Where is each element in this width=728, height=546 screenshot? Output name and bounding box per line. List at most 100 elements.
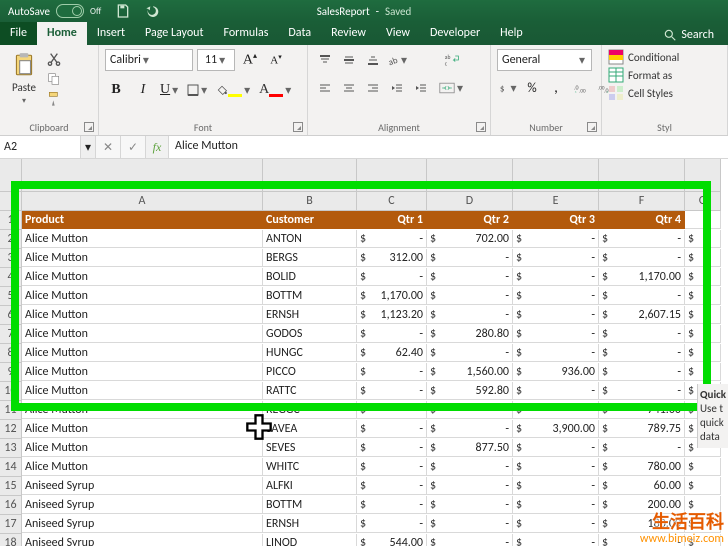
- cell-q3[interactable]: $-: [513, 325, 599, 343]
- cell-q2[interactable]: $-: [427, 306, 513, 324]
- merge-center-button[interactable]: ▾: [438, 77, 466, 99]
- cell-q1[interactable]: $62.40: [357, 344, 427, 362]
- format-painter-icon[interactable]: [46, 91, 62, 107]
- cell-product[interactable]: Alice Mutton: [22, 344, 263, 362]
- align-top-button[interactable]: [314, 49, 336, 71]
- table-header[interactable]: Customer: [263, 211, 357, 229]
- cell-product[interactable]: Alice Mutton: [22, 268, 263, 286]
- cell-q2[interactable]: $592.80: [427, 382, 513, 400]
- cell-customer[interactable]: HUNGC: [263, 344, 357, 362]
- increase-indent-button[interactable]: [410, 77, 432, 99]
- save-icon[interactable]: [115, 3, 131, 19]
- cell-customer[interactable]: BERGS: [263, 249, 357, 267]
- font-color-button[interactable]: A ▾: [258, 79, 294, 101]
- italic-button[interactable]: I: [132, 79, 154, 101]
- column-header[interactable]: A: [22, 192, 263, 211]
- row-header[interactable]: 11: [0, 401, 22, 420]
- tab-developer[interactable]: Developer: [420, 22, 490, 45]
- cell-q4[interactable]: $-: [599, 344, 685, 362]
- row-header[interactable]: 7: [0, 325, 22, 344]
- cell-q4[interactable]: $-: [599, 230, 685, 248]
- cell-q3[interactable]: $-: [513, 515, 599, 533]
- cell-q1[interactable]: $-: [357, 401, 427, 419]
- table-header[interactable]: Qtr 4: [599, 211, 685, 229]
- font-size-combo[interactable]: 11 ▾: [197, 49, 235, 71]
- tab-insert[interactable]: Insert: [87, 22, 135, 45]
- align-right-button[interactable]: [362, 77, 384, 99]
- cell-customer[interactable]: SAVEA: [263, 420, 357, 438]
- row-header[interactable]: 9: [0, 363, 22, 382]
- cell-q1[interactable]: $1,170.00: [357, 287, 427, 305]
- cell-q3[interactable]: $-: [513, 287, 599, 305]
- row-header[interactable]: 4: [0, 268, 22, 287]
- cell-q2[interactable]: $-: [427, 401, 513, 419]
- cell-q1[interactable]: $-: [357, 325, 427, 343]
- cut-icon[interactable]: [46, 51, 62, 67]
- cell-product[interactable]: Alice Mutton: [22, 401, 263, 419]
- tab-review[interactable]: Review: [321, 22, 376, 45]
- cell-q2[interactable]: $-: [427, 534, 513, 546]
- cell-q2[interactable]: $-: [427, 287, 513, 305]
- cell[interactable]: $: [685, 363, 721, 381]
- cell-customer[interactable]: ERNSH: [263, 306, 357, 324]
- cell-q3[interactable]: $-: [513, 249, 599, 267]
- cell-customer[interactable]: GODOS: [263, 325, 357, 343]
- corner[interactable]: [0, 192, 22, 211]
- cell-q4[interactable]: $789.75: [599, 420, 685, 438]
- decrease-font-button[interactable]: A▾: [265, 49, 287, 71]
- cell-q1[interactable]: $-: [357, 268, 427, 286]
- cell-customer[interactable]: BOTTM: [263, 496, 357, 514]
- cell-q3[interactable]: $-: [513, 439, 599, 457]
- cell-q1[interactable]: $-: [357, 382, 427, 400]
- table-header[interactable]: Qtr 2: [427, 211, 513, 229]
- cell-q4[interactable]: $-: [599, 249, 685, 267]
- name-box[interactable]: A2: [0, 136, 81, 158]
- comma-button[interactable]: ,: [545, 77, 567, 99]
- cell-q4[interactable]: $60.00: [599, 477, 685, 495]
- cell-customer[interactable]: REGGC: [263, 401, 357, 419]
- row-header[interactable]: 13: [0, 439, 22, 458]
- tab-data[interactable]: Data: [278, 22, 321, 45]
- cell-customer[interactable]: RATTC: [263, 382, 357, 400]
- cell-q3[interactable]: $936.00: [513, 363, 599, 381]
- cell-customer[interactable]: ANTON: [263, 230, 357, 248]
- cell-q1[interactable]: $-: [357, 458, 427, 476]
- row-header[interactable]: 12: [0, 420, 22, 439]
- cell-q1[interactable]: $-: [357, 420, 427, 438]
- cell-customer[interactable]: BOTTM: [263, 287, 357, 305]
- cell-q1[interactable]: $-: [357, 496, 427, 514]
- cell[interactable]: $: [685, 268, 721, 286]
- row-header[interactable]: 10: [0, 382, 22, 401]
- column-header[interactable]: E: [513, 192, 599, 211]
- cell-product[interactable]: Alice Mutton: [22, 458, 263, 476]
- enter-formula-button[interactable]: ✓: [121, 136, 146, 158]
- name-box-dropdown[interactable]: ▾: [81, 136, 96, 158]
- cell-customer[interactable]: ALFKI: [263, 477, 357, 495]
- cell-product[interactable]: Alice Mutton: [22, 230, 263, 248]
- undo-icon[interactable]: [145, 3, 161, 19]
- paste-button[interactable]: Paste ▾: [6, 49, 42, 107]
- bold-button[interactable]: B: [105, 79, 127, 101]
- cell-product[interactable]: Aniseed Syrup: [22, 534, 263, 546]
- cell-product[interactable]: Alice Mutton: [22, 306, 263, 324]
- cell-q1[interactable]: $-: [357, 363, 427, 381]
- cell-q4[interactable]: $741.00: [599, 401, 685, 419]
- row-header[interactable]: 14: [0, 458, 22, 477]
- select-all-corner[interactable]: [0, 159, 22, 192]
- row-header[interactable]: 1: [0, 211, 22, 230]
- increase-decimal-button[interactable]: .0.00: [569, 77, 591, 99]
- cell-customer[interactable]: LINOD: [263, 534, 357, 546]
- column-header[interactable]: F: [599, 192, 685, 211]
- cell-q4[interactable]: $-: [599, 363, 685, 381]
- cell-q3[interactable]: $-: [513, 306, 599, 324]
- orientation-button[interactable]: ab▾: [386, 49, 410, 71]
- row-header[interactable]: 3: [0, 249, 22, 268]
- cell-q4[interactable]: $-: [599, 439, 685, 457]
- conditional-formatting-button[interactable]: Conditional: [608, 49, 721, 65]
- tab-view[interactable]: View: [376, 22, 420, 45]
- cell-q2[interactable]: $-: [427, 458, 513, 476]
- table-header[interactable]: Qtr 1: [357, 211, 427, 229]
- cell-q1[interactable]: $312.00: [357, 249, 427, 267]
- cell[interactable]: $: [685, 344, 721, 362]
- copy-icon[interactable]: [46, 71, 62, 87]
